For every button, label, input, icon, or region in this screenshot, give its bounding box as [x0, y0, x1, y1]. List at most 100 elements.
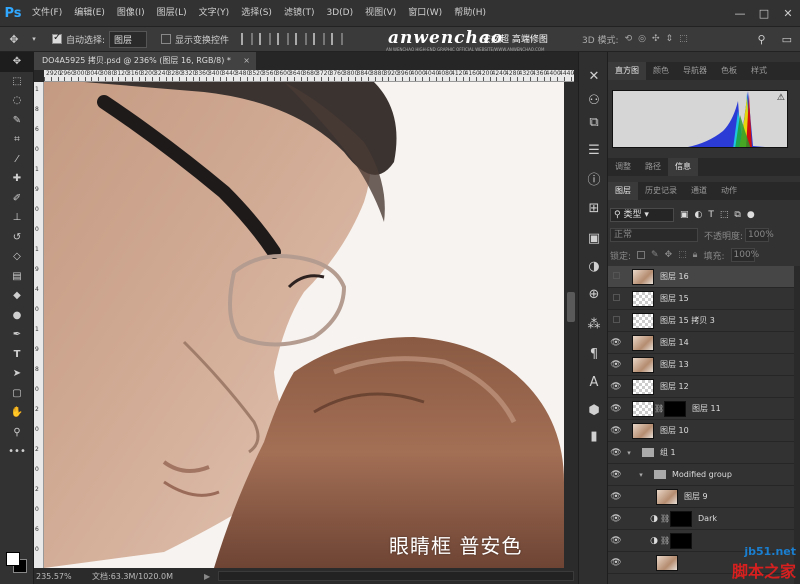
filter-shape-icon[interactable]: ⬚	[720, 210, 729, 220]
libraries-icon[interactable]: ⊕	[584, 284, 604, 304]
layer-thumbnail[interactable]	[632, 268, 654, 285]
hand-tool-icon[interactable]: ✋	[0, 403, 34, 423]
slide-3d-icon[interactable]: ⇕	[666, 34, 674, 44]
filter-smart-icon[interactable]: ⧉	[734, 210, 740, 220]
lock-transparent-icon[interactable]	[637, 251, 646, 259]
menu-item[interactable]: 文件(F)	[26, 0, 68, 26]
visibility-off-icon[interactable]	[608, 315, 624, 326]
shape-tool-icon[interactable]: ▢	[0, 384, 34, 404]
layer-row[interactable]: 👁︎ 图层 9	[608, 486, 794, 508]
history-brush-tool-icon[interactable]: ↺	[0, 228, 34, 248]
workspace-icon[interactable]: ▭	[782, 33, 792, 46]
paragraph-icon[interactable]: ¶	[584, 344, 604, 364]
layer-thumbnail[interactable]	[656, 488, 678, 505]
orbit-3d-icon[interactable]: ⟲	[625, 34, 633, 44]
expand-chevron-icon[interactable]: ▾	[636, 471, 646, 479]
panel-tab[interactable]: 图层	[608, 182, 638, 200]
scrollbar-thumb[interactable]	[567, 292, 575, 322]
more-tools-icon[interactable]: •••	[0, 442, 34, 462]
layer-row[interactable]: 👁︎ ◑ ⛓︎ Dark	[608, 508, 794, 530]
align-center-icon[interactable]	[259, 33, 272, 45]
visibility-off-icon[interactable]	[608, 293, 624, 304]
layer-row[interactable]: 👁︎ 图层 13	[608, 354, 794, 376]
align-bottom-icon[interactable]	[331, 33, 344, 45]
scale-3d-icon[interactable]: ⬚	[679, 34, 688, 44]
zoom-tool-icon[interactable]: ⚲	[0, 423, 34, 443]
lasso-tool-icon[interactable]: ◌	[0, 91, 34, 111]
panel-tab[interactable]: 调整	[608, 158, 638, 176]
layer-mask-thumbnail[interactable]	[670, 532, 692, 549]
layers-scrollbar[interactable]	[794, 266, 800, 584]
menu-item[interactable]: 选择(S)	[235, 0, 278, 26]
layer-row[interactable]: 图层 16	[608, 266, 794, 288]
maximize-button[interactable]: □	[752, 7, 776, 20]
menu-item[interactable]: 帮助(H)	[448, 0, 492, 26]
menu-item[interactable]: 文字(Y)	[193, 0, 236, 26]
layer-thumbnail[interactable]	[656, 554, 678, 571]
filter-pixel-icon[interactable]: ▣	[680, 210, 689, 220]
show-transform-checkbox[interactable]	[161, 34, 172, 44]
auto-select-checkbox[interactable]	[52, 32, 62, 44]
eyedropper-tool-icon[interactable]: ⁄	[0, 150, 34, 170]
layer-row[interactable]: 👁︎ 图层 12	[608, 376, 794, 398]
info-icon[interactable]: ⓘ	[584, 168, 604, 188]
vertical-ruler[interactable]: 1 8 6 0 1 9 0 0 1 9 4 0 1 9 8 0 2 0 2 0 2 0 6 0	[34, 82, 44, 568]
lock-position-icon[interactable]: ✥	[665, 250, 673, 260]
visibility-eye-icon[interactable]: 👁︎	[608, 426, 624, 436]
layer-row[interactable]: 👁︎ ▾ Modified group	[608, 464, 794, 486]
puppet-icon[interactable]: ⚇	[584, 90, 604, 110]
clone-source-icon[interactable]: ⧉	[584, 112, 604, 132]
visibility-eye-icon[interactable]: 👁︎	[608, 382, 624, 392]
align-left-icon[interactable]	[241, 33, 254, 45]
roll-3d-icon[interactable]: ◎	[638, 34, 646, 44]
visibility-eye-icon[interactable]: 👁︎	[608, 536, 624, 546]
panel-tab[interactable]: 动作	[714, 182, 744, 200]
visibility-eye-icon[interactable]: 👁︎	[608, 360, 624, 370]
panel-tab[interactable]: 历史记录	[638, 182, 684, 200]
align-middle-icon[interactable]	[313, 33, 326, 45]
pen-tool-icon[interactable]: ✒	[0, 325, 34, 345]
layer-row[interactable]: 👁︎ ⛓︎ 图层 11	[608, 398, 794, 420]
filter-toggle-icon[interactable]: ●	[747, 210, 755, 220]
panel-tab[interactable]: 直方图	[608, 62, 646, 80]
layer-row[interactable]: 图层 15	[608, 288, 794, 310]
move-tool-icon[interactable]: ✥	[6, 31, 22, 47]
layer-row[interactable]: 👁︎ 图层 14	[608, 332, 794, 354]
layer-comps-icon[interactable]: ▣	[584, 228, 604, 248]
visibility-eye-icon[interactable]: 👁︎	[608, 338, 624, 348]
link-chain-icon[interactable]: ⛓︎	[660, 514, 670, 523]
lock-all-icon[interactable]: 🔒︎	[693, 250, 698, 260]
chevron-down-icon[interactable]: ▾	[26, 31, 42, 47]
menu-item[interactable]: 视图(V)	[359, 0, 402, 26]
menu-item[interactable]: 图像(I)	[111, 0, 151, 26]
marquee-tool-icon[interactable]: ⬚	[0, 72, 34, 92]
gradient-tool-icon[interactable]: ▤	[0, 267, 34, 287]
document-tab[interactable]: DO4A5925 拷贝.psd @ 236% (图层 16, RGB/8) * …	[34, 52, 256, 70]
blur-tool-icon[interactable]: ◆	[0, 286, 34, 306]
visibility-eye-icon[interactable]: 👁︎	[608, 492, 624, 502]
zoom-level[interactable]: 235.57%	[34, 572, 92, 581]
quick-mask-icon[interactable]: ◙	[0, 580, 34, 584]
panel-tab[interactable]: 色板	[714, 62, 744, 80]
menu-item[interactable]: 滤镜(T)	[278, 0, 321, 26]
link-chain-icon[interactable]: ⛓︎	[654, 404, 664, 413]
expand-chevron-icon[interactable]: ▾	[624, 449, 634, 457]
layer-row[interactable]: 👁︎ ▾ 组 1	[608, 442, 794, 464]
layer-filter-select[interactable]: ⚲ 类型 ▾	[610, 208, 674, 222]
layer-thumbnail[interactable]	[632, 356, 654, 373]
character-icon[interactable]: A	[584, 372, 604, 392]
visibility-eye-icon[interactable]: 👁︎	[608, 448, 624, 458]
canvas-vertical-scrollbar[interactable]	[564, 82, 578, 568]
lock-pixels-icon[interactable]: ✎	[651, 250, 659, 260]
tools-x-icon[interactable]: ✕	[584, 66, 604, 86]
layer-row[interactable]: 👁︎ 图层 10	[608, 420, 794, 442]
layer-thumbnail[interactable]	[632, 312, 654, 329]
horizontal-ruler[interactable]: 2920 2960 3000 3040 3080 3120 3160 3200 3240 3280…	[44, 70, 574, 82]
status-menu-arrow[interactable]: ▶	[204, 572, 214, 581]
character-style-icon[interactable]: ⊞	[584, 198, 604, 218]
search-icon[interactable]: ⚲	[758, 33, 766, 46]
filter-adjustment-icon[interactable]: ◐	[695, 210, 703, 220]
layer-thumbnail[interactable]	[632, 290, 654, 307]
panel-tab[interactable]: 颜色	[646, 62, 676, 80]
canvas-horizontal-scrollbar[interactable]	[218, 571, 574, 581]
